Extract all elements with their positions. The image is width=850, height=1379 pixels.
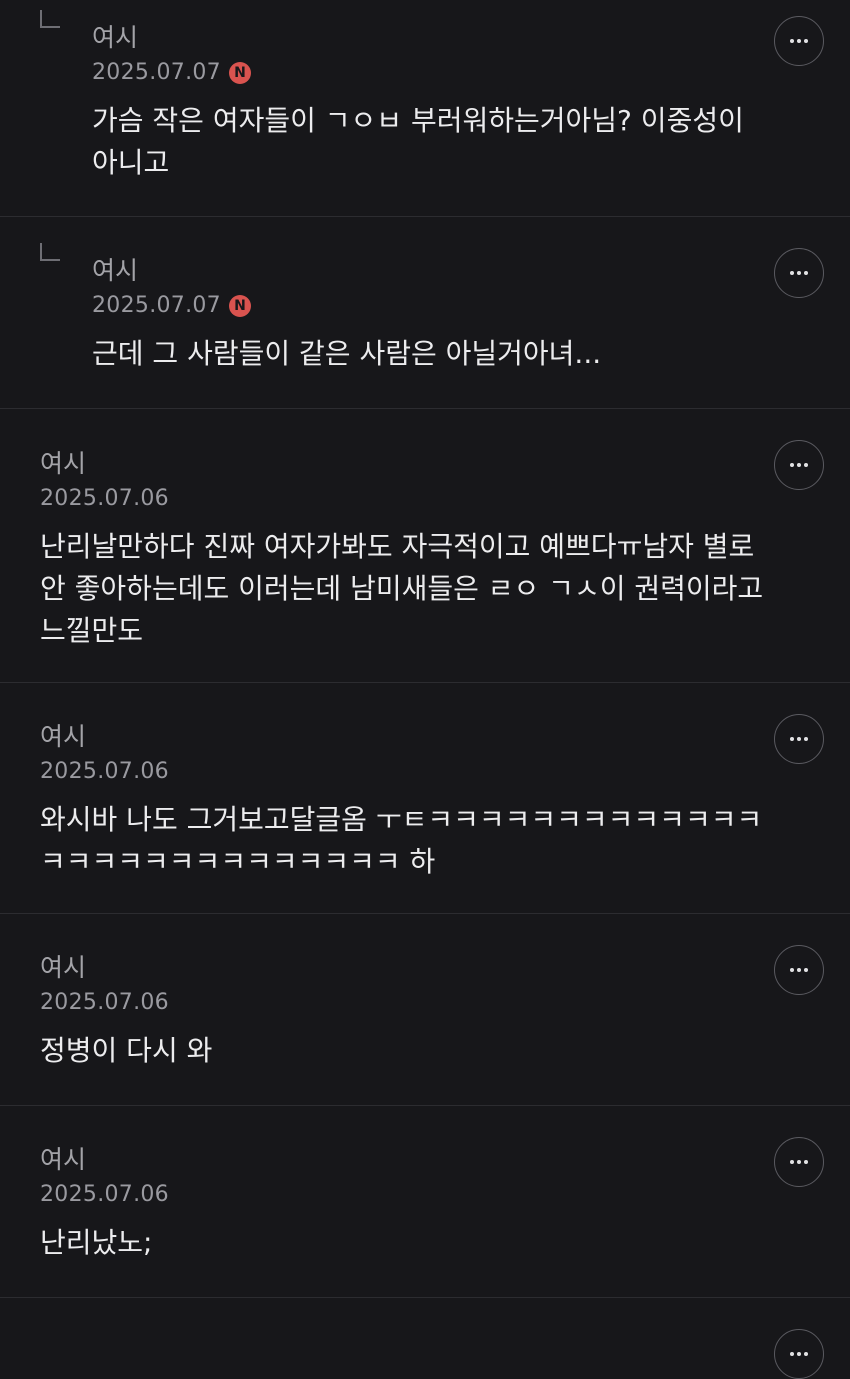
comment-list: 여시 2025.07.07 N 가슴 작은 여자들이 ㄱㅇㅂ 부러워하는거아님?…: [0, 0, 850, 1379]
comment-meta: 2025.07.06: [40, 988, 770, 1018]
more-dots-icon: [790, 737, 808, 741]
comment-date: 2025.07.06: [40, 990, 169, 1015]
more-dots-icon: [790, 271, 808, 275]
comment-meta: 2025.07.06: [40, 757, 770, 787]
more-options-button[interactable]: [774, 1329, 824, 1379]
new-badge-icon: N: [228, 295, 251, 317]
more-options-button[interactable]: [774, 16, 824, 66]
comment-meta: 2025.07.07 N: [92, 291, 770, 321]
comment-author: 여시: [40, 449, 87, 478]
comment-item: 여시 2025.07.07 N 가슴 작은 여자들이 ㄱㅇㅂ 부러워하는거아님?…: [0, 0, 850, 217]
comment-meta: 2025.07.07 N: [92, 58, 770, 88]
comment-date: 2025.07.06: [40, 1182, 169, 1207]
comment-text: 근데 그 사람들이 같은 사람은 아닐거아녀...: [92, 337, 602, 370]
more-options-button[interactable]: [774, 248, 824, 298]
comment-author: 여시: [92, 256, 139, 285]
comment-text: 가슴 작은 여자들이 ㄱㅇㅂ 부러워하는거아님? 이중성이 아니고: [92, 104, 744, 179]
comment-item: 여시 2025.07.07 N 근데 그 사람들이 같은 사람은 아닐거아녀..…: [0, 217, 850, 409]
more-dots-icon: [790, 1352, 808, 1356]
comment-text: 난리날만하다 진짜 여자가봐도 자극적이고 예쁘다ㅠ남자 별로 안 좋아하는데도…: [40, 530, 764, 647]
new-badge-icon: N: [228, 62, 251, 84]
more-options-button[interactable]: [774, 440, 824, 490]
comment-author: 여시: [40, 1145, 87, 1174]
comment-date: 2025.07.06: [40, 486, 169, 511]
comment-date: 2025.07.07: [92, 60, 221, 85]
comment-author: 여시: [40, 953, 87, 982]
more-dots-icon: [790, 39, 808, 43]
more-options-button[interactable]: [774, 1137, 824, 1187]
more-dots-icon: [790, 1160, 808, 1164]
comment-meta: 2025.07.06: [40, 484, 770, 514]
comment-item-partial: [0, 1298, 850, 1379]
comment-meta: 2025.07.06: [40, 1180, 770, 1210]
more-options-button[interactable]: [774, 945, 824, 995]
comment-item: 여시 2025.07.06 난리났노;: [0, 1106, 850, 1298]
comment-date: 2025.07.06: [40, 759, 169, 784]
comment-text: 정병이 다시 와: [40, 1034, 213, 1067]
more-options-button[interactable]: [774, 714, 824, 764]
more-dots-icon: [790, 968, 808, 972]
comment-item: 여시 2025.07.06 와시바 나도 그거보고달글옴 ㅜㅌㅋㅋㅋㅋㅋㅋㅋㅋㅋ…: [0, 683, 850, 914]
comment-item: 여시 2025.07.06 정병이 다시 와: [0, 914, 850, 1106]
comment-item: 여시 2025.07.06 난리날만하다 진짜 여자가봐도 자극적이고 예쁘다ㅠ…: [0, 409, 850, 683]
comment-date: 2025.07.07: [92, 293, 221, 318]
reply-arrow-icon: [40, 10, 60, 28]
reply-arrow-icon: [40, 243, 60, 261]
comment-text: 난리났노;: [40, 1226, 153, 1259]
comment-author: 여시: [92, 23, 139, 52]
comment-text: 와시바 나도 그거보고달글옴 ㅜㅌㅋㅋㅋㅋㅋㅋㅋㅋㅋㅋㅋㅋㅋㅋㅋㅋㅋㅋㅋㅋㅋㅋㅋ…: [40, 803, 763, 878]
more-dots-icon: [790, 463, 808, 467]
comment-author: 여시: [40, 722, 87, 751]
